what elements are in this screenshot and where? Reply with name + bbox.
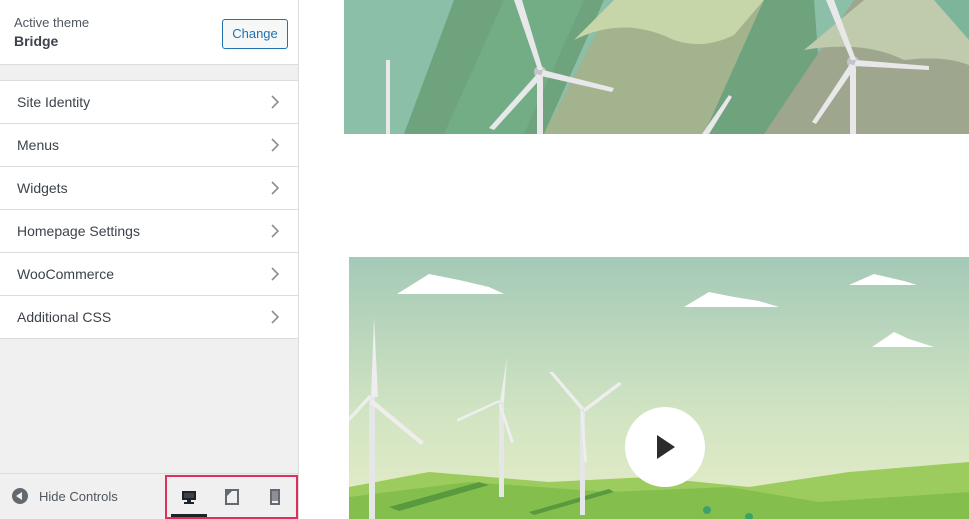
site-preview <box>299 0 969 519</box>
chevron-right-icon <box>271 95 280 109</box>
chevron-right-icon <box>271 310 280 324</box>
menu-item-widgets[interactable]: Widgets <box>0 167 298 210</box>
menu-item-label: WooCommerce <box>17 266 114 282</box>
menu-item-woocommerce[interactable]: WooCommerce <box>0 253 298 296</box>
active-theme-name: Bridge <box>14 33 59 49</box>
play-icon <box>657 435 675 459</box>
arrow-left-circle-icon <box>12 488 28 504</box>
device-preview-switcher <box>165 475 298 519</box>
preview-mobile-button[interactable] <box>257 477 293 517</box>
customizer-menu: Site Identity Menus Widgets Homepage Set… <box>0 80 298 339</box>
customizer-footer: Hide Controls <box>0 473 298 519</box>
active-theme-section: Active theme Bridge Change <box>0 0 298 65</box>
hide-controls-label: Hide Controls <box>39 488 118 504</box>
menu-item-menus[interactable]: Menus <box>0 124 298 167</box>
menu-item-label: Additional CSS <box>17 309 112 325</box>
video-thumbnail[interactable] <box>349 257 969 519</box>
menu-item-label: Menus <box>17 137 60 153</box>
play-button[interactable] <box>625 407 705 487</box>
menu-item-additional-css[interactable]: Additional CSS <box>0 296 298 339</box>
active-theme-label: Active theme <box>14 15 90 30</box>
menu-item-label: Site Identity <box>17 94 91 110</box>
chevron-right-icon <box>271 138 280 152</box>
chevron-right-icon <box>271 224 280 238</box>
desktop-icon <box>181 491 196 504</box>
menu-item-label: Homepage Settings <box>17 223 140 239</box>
chevron-right-icon <box>271 181 280 195</box>
change-theme-button[interactable]: Change <box>222 19 288 49</box>
menu-item-label: Widgets <box>17 180 68 196</box>
menu-item-homepage-settings[interactable]: Homepage Settings <box>0 210 298 253</box>
wind-turbines-mountains-illustration <box>344 0 969 134</box>
mobile-icon <box>269 489 280 505</box>
preview-tablet-button[interactable] <box>214 477 250 517</box>
chevron-right-icon <box>271 267 280 281</box>
banner-image <box>344 0 969 134</box>
customizer-sidebar: Active theme Bridge Change Site Identity… <box>0 0 299 519</box>
tablet-icon <box>224 489 239 505</box>
menu-item-site-identity[interactable]: Site Identity <box>0 81 298 124</box>
preview-desktop-button[interactable] <box>170 477 207 517</box>
hide-controls-button[interactable]: Hide Controls <box>12 488 118 504</box>
